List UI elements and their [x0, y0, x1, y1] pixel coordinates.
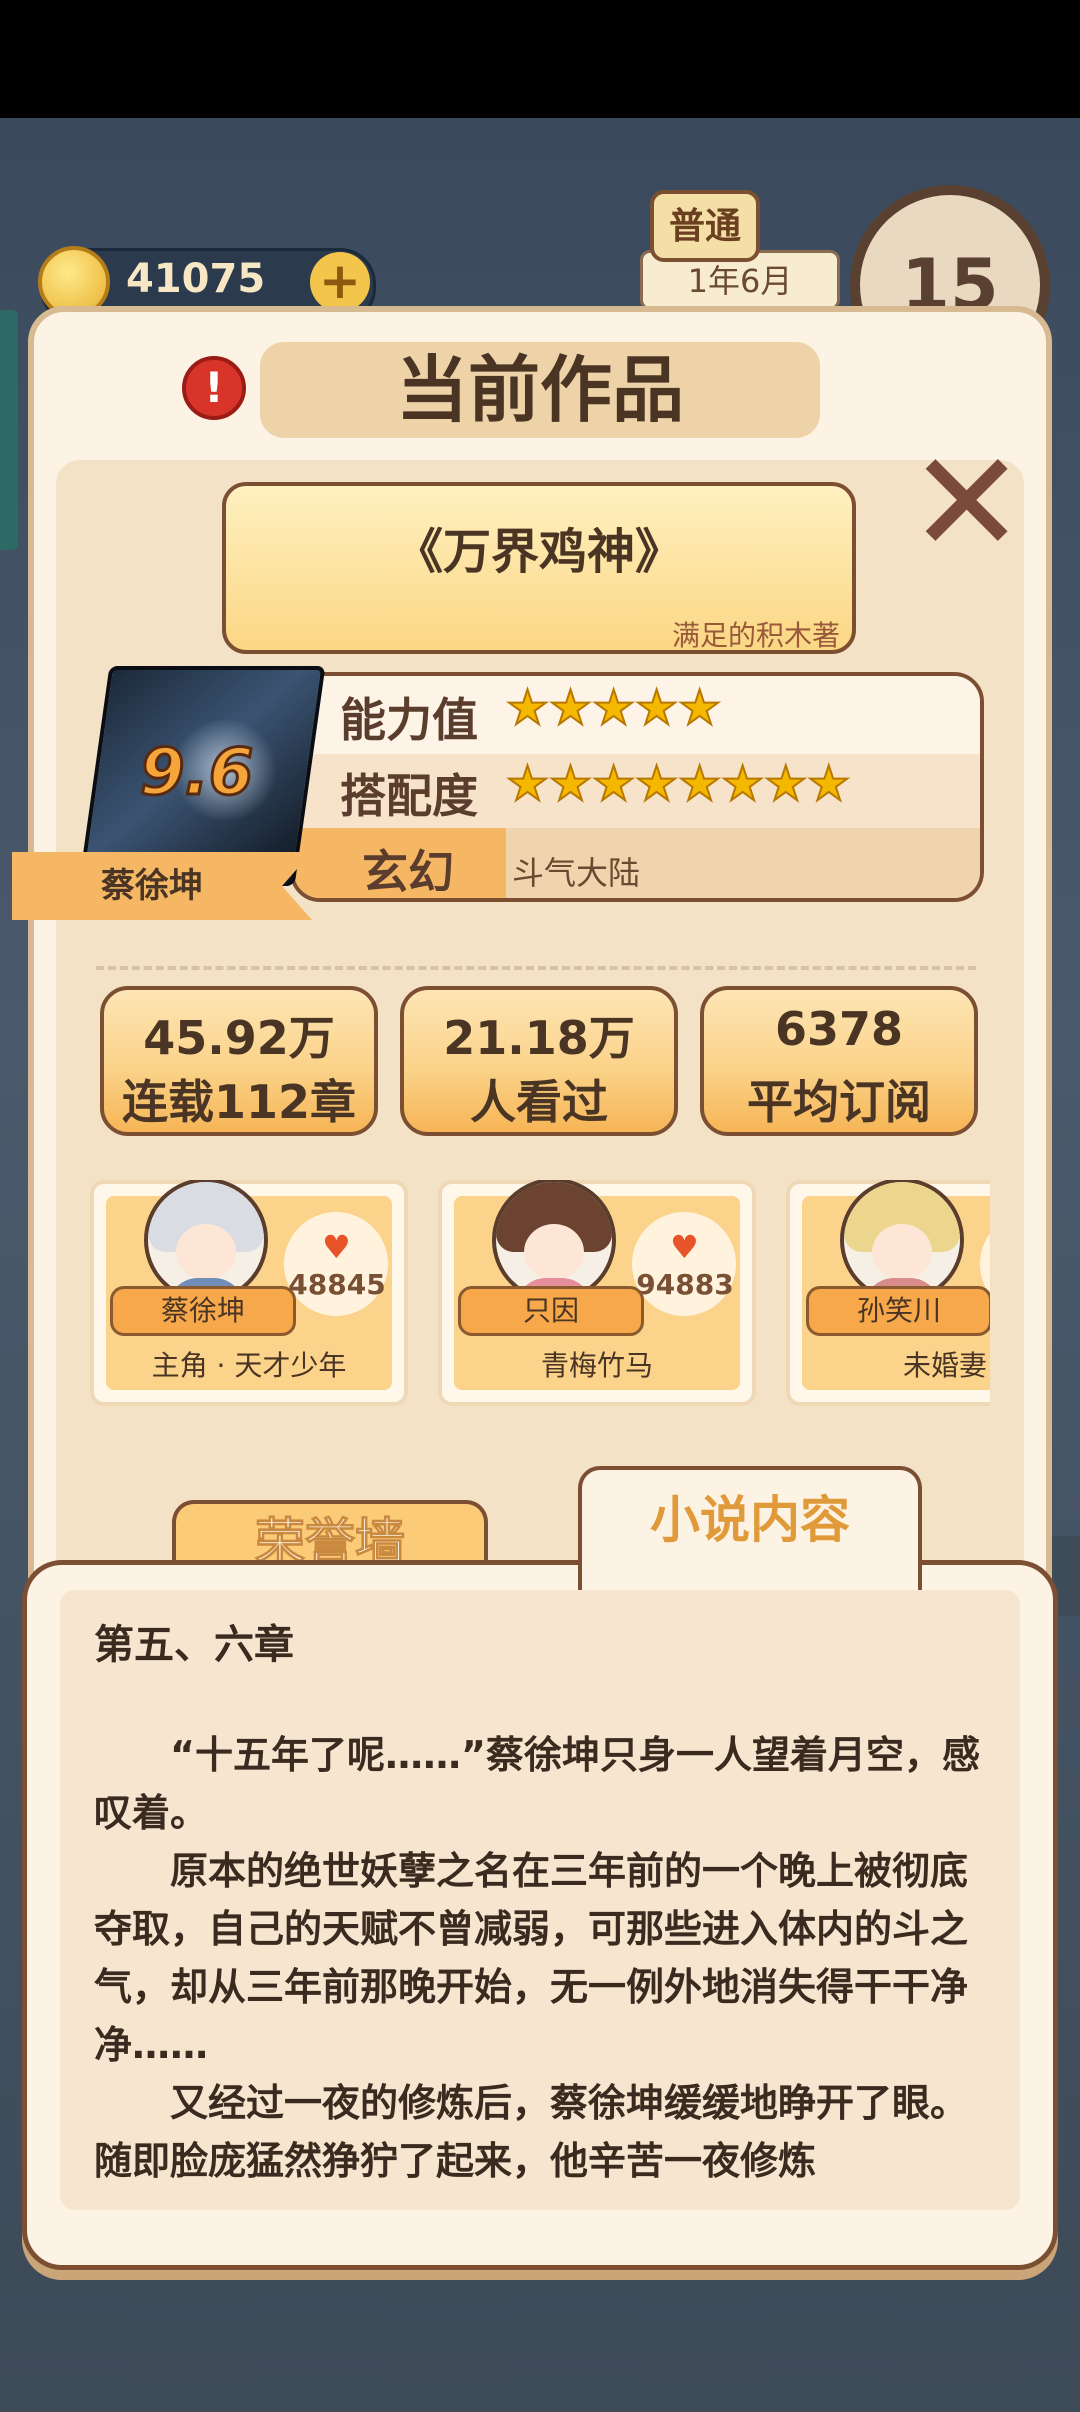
character-card[interactable]: ♥ 48845 蔡徐坤 主角 · 天才少年: [90, 1180, 408, 1406]
ability-stars: ★★★★★: [505, 679, 722, 737]
star-icon: ★: [548, 679, 593, 737]
character-name: 只因: [458, 1286, 644, 1336]
genre-label: 玄幻: [362, 845, 454, 899]
stat-words-label: 连载112章: [121, 1075, 357, 1129]
star-icon: ★: [806, 755, 851, 813]
character-role: 青梅竹马: [540, 1349, 653, 1382]
avatar: [144, 1180, 268, 1302]
stat-subscriptions-value: 6378: [774, 1002, 904, 1056]
avatar-face: [872, 1224, 932, 1280]
chapter-text[interactable]: “十五年了呢……”蔡徐坤只身一人望着月空，感叹着。 原本的绝世妖孽之名在三年前的…: [94, 1726, 994, 2196]
heart-icon: ♥: [322, 1228, 351, 1266]
stat-readers-value: 21.18万: [443, 1011, 635, 1065]
book-title: 《万界鸡神》: [394, 524, 683, 580]
stat-words-value: 45.92万: [143, 1011, 335, 1065]
chapter-title: 第五、六章: [94, 1622, 294, 1668]
stat-subscriptions-label: 平均订阅: [747, 1075, 931, 1129]
character-role: 主角 · 天才少年: [151, 1349, 347, 1382]
section-divider: [96, 966, 976, 970]
book-score: 9.6: [138, 735, 254, 812]
star-icon: ★: [763, 755, 808, 813]
difficulty-badge: 普通: [650, 190, 760, 262]
star-icon: ★: [677, 679, 722, 737]
star-icon: ★: [505, 755, 550, 813]
star-icon: ★: [591, 755, 636, 813]
chapter-paragraph: 原本的绝世妖孽之名在三年前的一个晚上被彻底夺取，自己的天赋不曾减弱，可那些进入体…: [94, 1849, 969, 2067]
avatar: [492, 1180, 616, 1302]
fit-stars: ★★★★★★★★: [505, 755, 851, 813]
avatar-face: [524, 1224, 584, 1280]
page-title: 当前作品: [395, 348, 684, 432]
fit-label: 搭配度: [340, 769, 478, 823]
book-author: 满足的积木著: [671, 619, 840, 652]
character-card[interactable]: 孙笑川 未婚妻: [786, 1180, 990, 1406]
close-button[interactable]: ✕: [908, 434, 1025, 574]
avatar: [840, 1180, 964, 1302]
star-icon: ★: [591, 679, 636, 737]
background-side-panel: [0, 310, 18, 550]
avatar-face: [176, 1224, 236, 1280]
character-role: 未婚妻: [902, 1349, 987, 1382]
book-info-card: 能力值 ★★★★★ 搭配度 ★★★★★★★★ 玄幻 斗气大陆: [290, 672, 984, 902]
character-name: 蔡徐坤: [110, 1286, 296, 1336]
star-icon: ★: [505, 679, 550, 737]
star-icon: ★: [677, 755, 722, 813]
chapter-paragraph: 又经过一夜的修炼后，蔡徐坤缓缓地睁开了眼。随即脸庞猛然狰狞了起来，他辛苦一夜修炼: [94, 2081, 969, 2183]
protagonist-name: 蔡徐坤: [101, 866, 203, 906]
character-list[interactable]: ♥ 48845 蔡徐坤 主角 · 天才少年 ♥ 94883 只因 青梅竹马 孙笑…: [90, 1180, 990, 1416]
stat-readers-label: 人看过: [470, 1075, 608, 1129]
character-name: 孙笑川: [806, 1286, 990, 1336]
character-card[interactable]: ♥ 94883 只因 青梅竹马: [438, 1180, 756, 1406]
star-icon: ★: [720, 755, 765, 813]
star-icon: ★: [634, 755, 679, 813]
heart-icon: ♥: [670, 1228, 699, 1266]
star-icon: ★: [548, 755, 593, 813]
add-coins-icon[interactable]: +: [310, 252, 370, 312]
ability-label: 能力值: [340, 693, 478, 747]
chapter-paragraph: “十五年了呢……”蔡徐坤只身一人望着月空，感叹着。: [94, 1733, 980, 1835]
coin-value: 41075: [126, 256, 266, 302]
setting-label: 斗气大陆: [512, 854, 641, 892]
alert-icon[interactable]: !: [182, 356, 246, 420]
star-icon: ★: [634, 679, 679, 737]
tab-novel-content[interactable]: 小说内容: [578, 1466, 922, 1590]
